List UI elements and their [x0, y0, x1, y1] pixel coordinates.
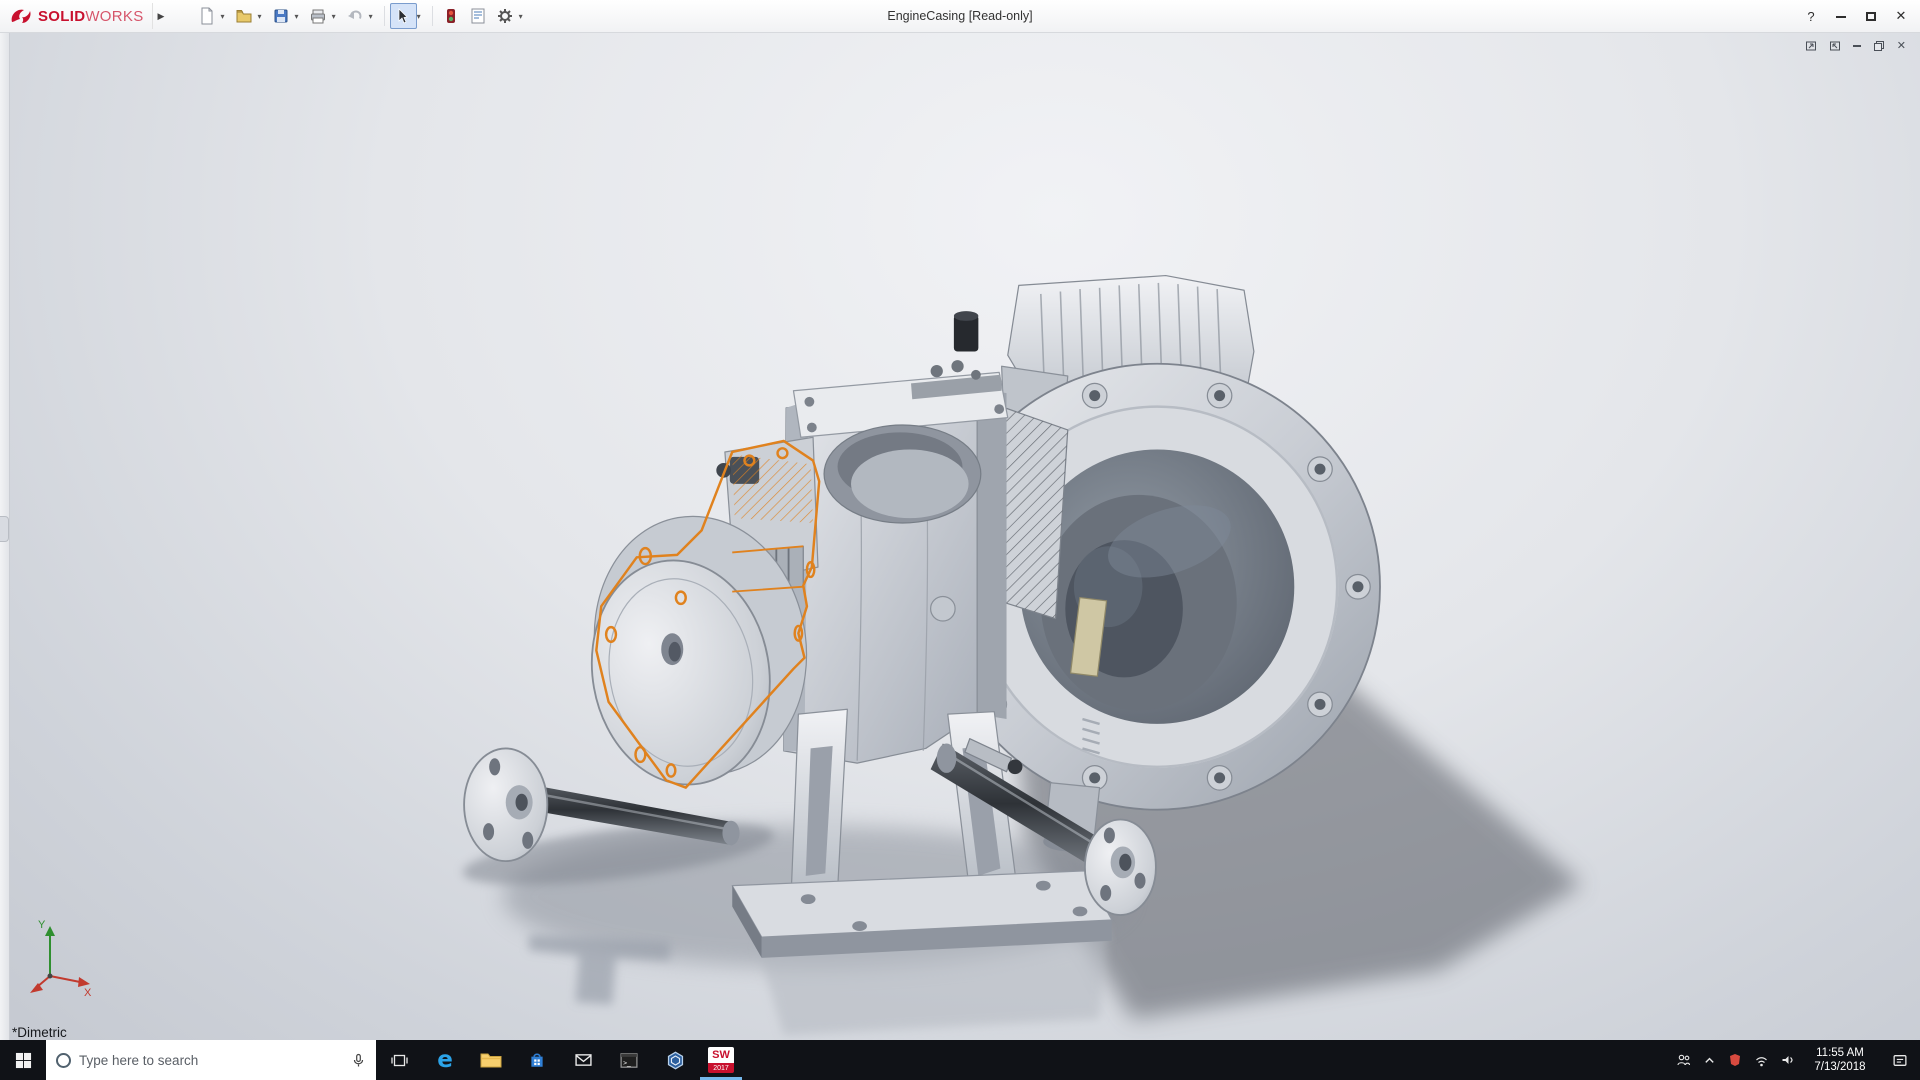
new-document-icon — [201, 7, 213, 25]
people-button[interactable] — [1670, 1040, 1696, 1080]
options-dropdown[interactable]: ▾ — [519, 12, 523, 21]
document-window-controls: ✕ — [1805, 39, 1906, 52]
help-button[interactable]: ? — [1796, 0, 1826, 32]
dassault-systemes-logo-icon — [11, 9, 31, 23]
prompt-glyph: >_ — [623, 1059, 631, 1066]
engine-casing-model[interactable] — [0, 33, 1920, 1040]
open-button[interactable] — [231, 3, 258, 29]
command-prompt-icon: >_ — [620, 1052, 638, 1068]
save-dropdown[interactable]: ▾ — [295, 12, 299, 21]
solidworks-brand: SOLIDWORKS — [0, 6, 148, 26]
save-icon — [274, 9, 288, 23]
taskbar-search-input[interactable] — [79, 1052, 343, 1068]
standard-toolbar: ▾ ▾ ▾ ▾ ▾ ▾ ▾ — [194, 0, 529, 32]
tray-overflow-button[interactable] — [1696, 1040, 1722, 1080]
brand-text-light: WORKS — [85, 7, 144, 25]
options-button[interactable] — [492, 3, 519, 29]
task-view-button[interactable] — [376, 1040, 422, 1080]
undo-button[interactable] — [342, 3, 369, 29]
edrawings-button[interactable] — [652, 1040, 698, 1080]
brand-text-bold: SOLID — [38, 7, 86, 25]
open-folder-icon — [236, 10, 252, 23]
doc-close-button[interactable]: ✕ — [1897, 39, 1906, 52]
volume-tray-button[interactable] — [1774, 1040, 1800, 1080]
new-document-button[interactable] — [194, 3, 221, 29]
new-document-dropdown[interactable]: ▾ — [221, 12, 225, 21]
open-dropdown[interactable]: ▾ — [258, 12, 262, 21]
clock-date: 7/13/2018 — [1814, 1061, 1866, 1073]
wifi-icon — [1755, 1056, 1767, 1066]
solidworks-title-bar: SOLIDWORKS ▶ ▾ ▾ ▾ ▾ ▾ ▾ ▾ EngineCasing … — [0, 0, 1920, 33]
toolbar-separator — [383, 6, 385, 26]
doc-minimize-button[interactable] — [1852, 44, 1861, 47]
cortana-icon — [56, 1052, 71, 1068]
file-explorer-icon — [480, 1053, 502, 1068]
undo-icon — [348, 10, 362, 19]
view-orientation-label: *Dimetric — [12, 1025, 67, 1040]
start-button[interactable] — [0, 1040, 46, 1080]
microsoft-store-button[interactable] — [514, 1040, 560, 1080]
options-gear-icon — [498, 9, 513, 23]
solidworks-app-button[interactable]: SW 2017 — [698, 1040, 744, 1080]
triad-y-label: Y — [38, 919, 46, 931]
security-tray-button[interactable] — [1722, 1040, 1748, 1080]
store-icon — [531, 1053, 543, 1067]
edge-icon: e — [437, 1046, 453, 1073]
rebuild-button[interactable] — [438, 3, 465, 29]
file-explorer-button[interactable] — [468, 1040, 514, 1080]
mail-icon — [574, 1054, 592, 1066]
action-center-icon — [1893, 1054, 1907, 1066]
print-icon — [311, 9, 326, 24]
print-dropdown[interactable]: ▾ — [332, 12, 336, 21]
close-button[interactable]: ✕ — [1886, 0, 1916, 32]
select-cursor-icon — [398, 8, 408, 24]
toolbar-separator — [431, 6, 433, 26]
network-tray-button[interactable] — [1748, 1040, 1774, 1080]
mail-app-button[interactable] — [560, 1040, 606, 1080]
edge-browser-button[interactable]: e — [422, 1040, 468, 1080]
speaker-icon — [1782, 1056, 1793, 1064]
solidworks-app-icon: SW 2017 — [708, 1047, 734, 1073]
taskbar-search[interactable] — [46, 1040, 376, 1080]
triad-x-label: X — [84, 987, 92, 998]
hexagon-app-icon — [667, 1051, 683, 1069]
save-button[interactable] — [268, 3, 295, 29]
doc-minimize-icon — [1852, 44, 1861, 47]
system-tray: 11:55 AM 7/13/2018 — [1670, 1040, 1920, 1080]
minimize-button[interactable] — [1826, 0, 1856, 32]
maximize-icon — [1866, 11, 1876, 21]
chevron-up-icon — [1704, 1057, 1714, 1063]
command-prompt-button[interactable]: >_ — [606, 1040, 652, 1080]
minimize-icon — [1836, 15, 1846, 18]
featuremanager-expand-tab[interactable] — [0, 516, 9, 543]
people-icon — [1676, 1054, 1690, 1066]
select-tool-button[interactable] — [389, 3, 417, 29]
solidworks-icon-text: SW — [708, 1047, 734, 1063]
windows-taskbar: e >_ — [0, 1040, 1920, 1080]
graphics-area[interactable]: ✕ Y X *Dimetric — [0, 33, 1920, 1040]
rebuild-stoplight-icon — [447, 9, 456, 23]
doc-pane-left-button[interactable] — [1805, 40, 1817, 52]
featuremanager-collapsed-panel — [0, 33, 10, 1040]
file-properties-icon — [471, 8, 485, 24]
doc-pane-right-button[interactable] — [1829, 40, 1841, 52]
window-controls: ? ✕ — [1796, 0, 1916, 32]
orientation-triad[interactable]: Y X — [18, 914, 102, 998]
document-title: EngineCasing [Read-only] — [887, 9, 1033, 23]
doc-restore-button[interactable] — [1873, 40, 1885, 52]
clock-time: 11:55 AM — [1816, 1047, 1864, 1059]
solidworks-icon-year: 2017 — [708, 1063, 734, 1073]
shield-icon — [1730, 1054, 1740, 1066]
undo-dropdown[interactable]: ▾ — [369, 12, 373, 21]
file-properties-button[interactable] — [465, 3, 492, 29]
maximize-button[interactable] — [1856, 0, 1886, 32]
print-button[interactable] — [305, 3, 332, 29]
menu-flyout-button[interactable]: ▶ — [151, 3, 170, 29]
action-center-button[interactable] — [1880, 1040, 1920, 1080]
taskbar-clock[interactable]: 11:55 AM 7/13/2018 — [1800, 1040, 1880, 1080]
task-view-icon — [390, 1054, 408, 1066]
microphone-icon[interactable] — [351, 1053, 366, 1068]
select-tool-dropdown[interactable]: ▾ — [417, 12, 421, 21]
windows-logo-icon — [15, 1052, 31, 1068]
